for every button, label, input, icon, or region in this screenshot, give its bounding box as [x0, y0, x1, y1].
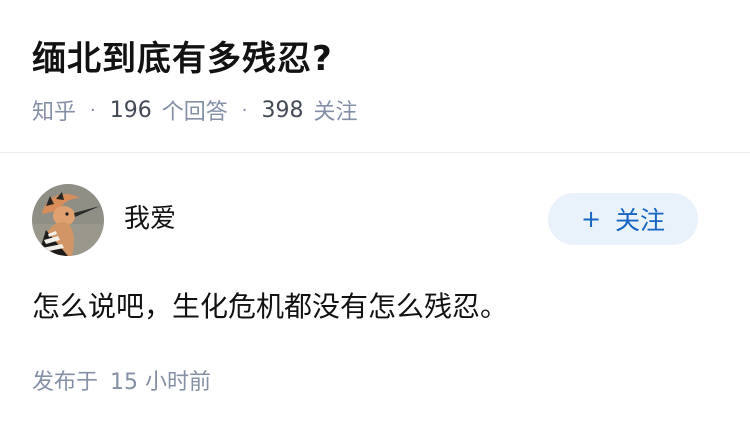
- question-header: 缅北到底有多残忍? 知乎 · 196 个回答 · 398 关注: [0, 0, 750, 153]
- answer-timestamp: 发布于 15 小时前: [32, 367, 211, 399]
- timestamp-value: 15 小时前: [110, 370, 212, 395]
- zhihu-brand-link[interactable]: 知乎: [32, 94, 76, 126]
- hoopoe-bird-avatar-icon: [32, 184, 104, 256]
- follower-count-label: 关注: [313, 100, 358, 125]
- question-meta: 知乎 · 196 个回答 · 398 关注: [32, 94, 358, 126]
- answer-count-label: 个回答: [161, 100, 228, 125]
- page: 缅北到底有多残忍? 知乎 · 196 个回答 · 398 关注 我爱 + 关注 …: [0, 0, 750, 434]
- author-name[interactable]: 我爱: [124, 201, 176, 237]
- answer-count: 196: [109, 97, 152, 123]
- follow-button-label: 关注: [615, 206, 666, 235]
- avatar[interactable]: [32, 184, 104, 256]
- follower-count: 398: [261, 97, 304, 123]
- question-title[interactable]: 缅北到底有多残忍?: [32, 36, 333, 82]
- timestamp-prefix: 发布于: [32, 370, 99, 395]
- meta-separator: ·: [90, 99, 96, 121]
- answer-content[interactable]: 怎么说吧，生化危机都没有怎么残忍。: [32, 285, 508, 329]
- plus-icon: +: [580, 205, 602, 233]
- meta-separator: ·: [241, 99, 248, 121]
- answer-card: 我爱 + 关注 怎么说吧，生化危机都没有怎么残忍。 发布于 15 小时前: [0, 153, 750, 434]
- follow-button[interactable]: + 关注: [548, 193, 698, 245]
